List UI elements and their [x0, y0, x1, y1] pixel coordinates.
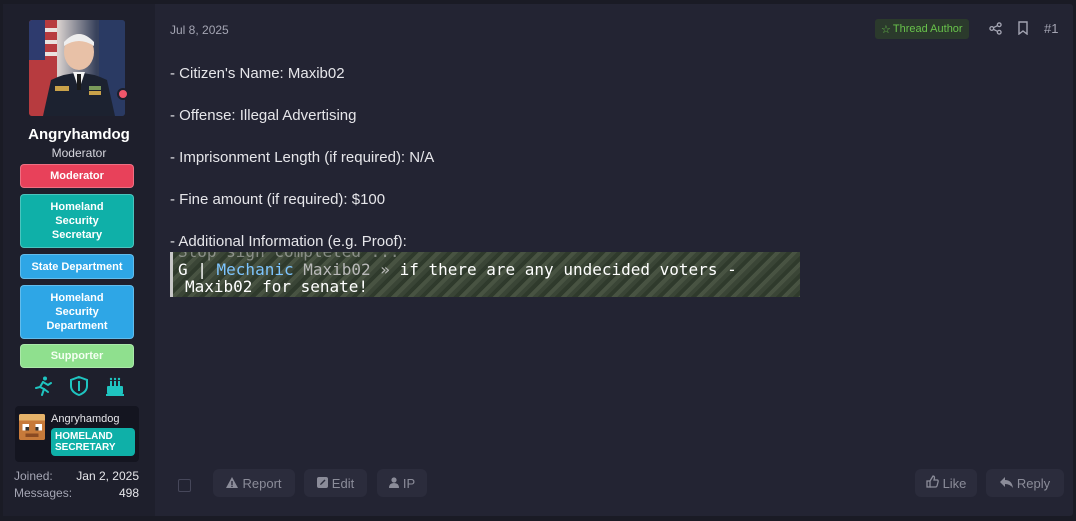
- trophy-icons: [31, 374, 127, 398]
- reply-label: Reply: [1016, 475, 1051, 491]
- like-label: Like: [942, 475, 967, 491]
- user-sidebar: Angryhamdog Moderator Moderator Homeland…: [3, 4, 155, 516]
- post-body-line: - Offense: Illegal Advertising: [170, 107, 357, 124]
- avatar-container[interactable]: [29, 20, 129, 116]
- user-mini-card[interactable]: Angryhamdog HOMELAND SECRETARY: [15, 406, 139, 462]
- chat-bar: [170, 252, 173, 297]
- badge-homeland-security-secretary: Homeland Security Secretary: [20, 194, 134, 248]
- stat-messages: Messages: 498: [14, 486, 139, 500]
- warning-icon: [226, 476, 239, 491]
- report-button[interactable]: Report: [213, 469, 295, 497]
- post-body-line: - Imprisonment Length (if required): N/A: [170, 149, 435, 166]
- proof-chat-line: G | Mechanic Maxib02 » if there are any …: [178, 261, 737, 278]
- post-body-line: - Fine amount (if required): $100: [170, 191, 386, 208]
- proof-screenshot-image[interactable]: Stop sign completed ... G | Mechanic Max…: [170, 252, 800, 297]
- ip-label: IP: [402, 475, 416, 491]
- mini-card-username: Angryhamdog: [51, 413, 120, 425]
- badge-supporter: Supporter: [20, 344, 134, 368]
- stat-joined: Joined: Jan 2, 2025: [14, 469, 139, 483]
- reply-button[interactable]: Reply: [986, 469, 1064, 497]
- post-body-line: - Citizen's Name: Maxib02: [170, 65, 345, 82]
- star-icon: ☆: [881, 23, 891, 36]
- badge-state-department: State Department: [20, 254, 134, 279]
- edit-label: Edit: [331, 475, 355, 491]
- select-post-checkbox[interactable]: [178, 479, 191, 492]
- thread-author-label: Thread Author: [892, 23, 963, 35]
- edit-button[interactable]: Edit: [304, 469, 367, 497]
- stat-joined-label: Joined:: [14, 469, 53, 483]
- username[interactable]: Angryhamdog: [3, 126, 155, 143]
- online-status-dot: [117, 88, 129, 100]
- badge-homeland-security-department: Homeland Security Department: [20, 285, 134, 339]
- stat-messages-label: Messages:: [14, 486, 73, 500]
- user-title: Moderator: [51, 146, 107, 160]
- reply-icon: [999, 476, 1013, 491]
- like-button[interactable]: Like: [915, 469, 977, 497]
- avatar[interactable]: [29, 20, 125, 116]
- proof-chat-line-cont: Maxib02 for senate!: [185, 277, 369, 296]
- cake-icon[interactable]: [103, 374, 127, 398]
- stat-joined-value: Jan 2, 2025: [76, 469, 139, 483]
- share-icon[interactable]: [987, 20, 1003, 36]
- forum-post: Angryhamdog Moderator Moderator Homeland…: [3, 4, 1073, 516]
- runner-icon[interactable]: [31, 374, 55, 398]
- post-body-line: - Additional Information (e.g. Proof):: [170, 233, 407, 250]
- shield-icon[interactable]: [67, 374, 91, 398]
- report-label: Report: [242, 475, 282, 491]
- ip-button[interactable]: IP: [377, 469, 427, 497]
- post-number-link[interactable]: #1: [1044, 21, 1058, 36]
- badge-moderator: Moderator: [20, 164, 134, 188]
- stat-messages-value: 498: [118, 486, 139, 500]
- user-icon: [388, 476, 399, 491]
- bookmark-icon[interactable]: [1015, 20, 1031, 36]
- proof-message: if there are any undecided voters -: [399, 260, 737, 279]
- post-date[interactable]: Jul 8, 2025: [170, 23, 229, 37]
- edit-icon: [316, 476, 328, 491]
- thread-author-badge: ☆ Thread Author: [875, 19, 969, 39]
- proof-ghost-text: Stop sign completed ...: [178, 252, 400, 260]
- thumbs-up-icon: [925, 475, 939, 491]
- minecraft-skin-avatar: [19, 414, 45, 440]
- mini-card-badge: HOMELAND SECRETARY: [51, 428, 135, 456]
